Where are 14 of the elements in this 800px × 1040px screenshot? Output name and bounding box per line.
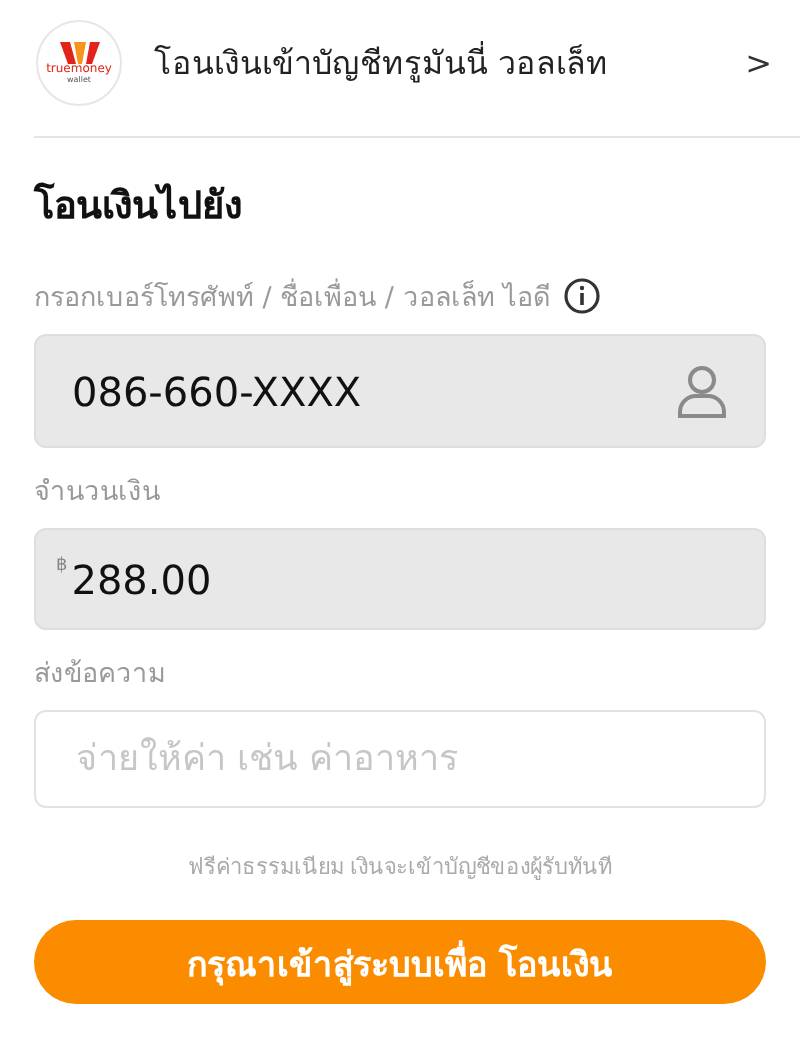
message-field[interactable]: จ่ายให้ค่า เช่น ค่าอาหาร [34,710,766,808]
logo-mark-icon [59,41,99,63]
chevron-icon[interactable]: > [745,43,772,81]
field-label: ส่งข้อความ [34,656,166,694]
fee-note: ฟรีค่าธรรมเนียม เงินจะเข้าบัญชีของผู้รับทันที [185,852,615,884]
input-field[interactable]: 086-660-XXXX [34,334,766,448]
field-label: จำนวนเงิน [34,474,160,512]
person-icon[interactable] [676,363,728,419]
input-field[interactable]: ฿288.00 [34,528,766,630]
header-title: โอนเงินเข้าบัญชีทรูมันนี่ วอลเล็ท [154,39,611,87]
section-title: โอนเงินไปยัง [34,180,244,232]
info-icon[interactable] [563,278,600,314]
field-label: กรอกเบอร์โทรศัพท์ / ชื่อเพื่อน / วอลเล็ท ไอดี [34,276,552,318]
currency-symbol: ฿ [56,556,68,576]
